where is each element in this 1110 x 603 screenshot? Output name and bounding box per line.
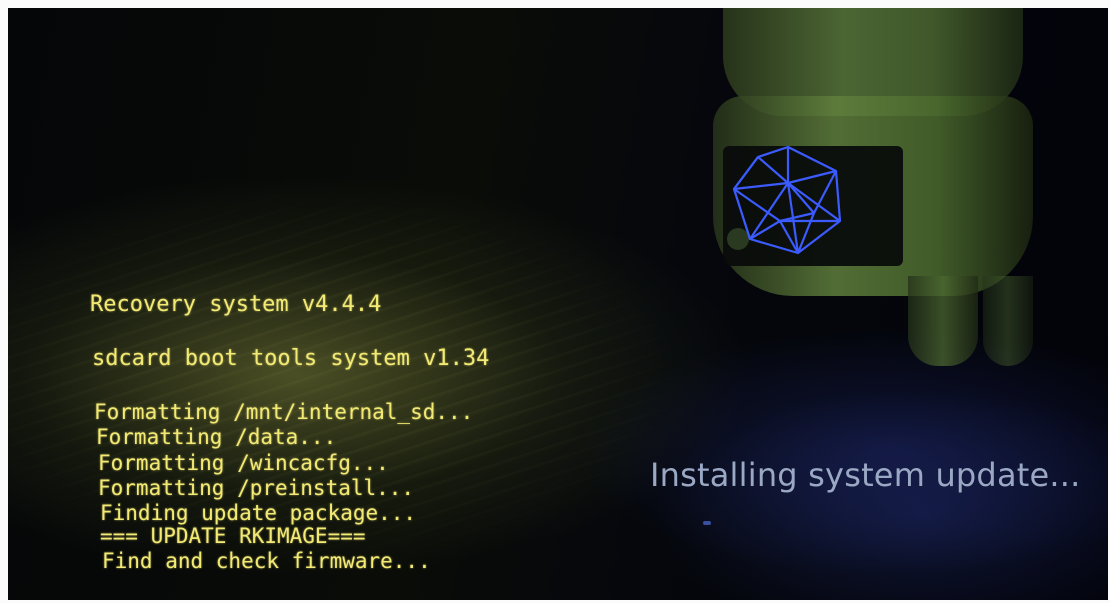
log-line: === UPDATE RKIMAGE=== (100, 524, 366, 548)
log-line: Finding update package... (100, 501, 417, 525)
background-glow (648, 388, 1108, 600)
log-line: Formatting /mnt/internal_sd... (94, 400, 474, 424)
log-line: Formatting /wincacfg... (98, 451, 389, 475)
robot-leg-right (983, 276, 1033, 366)
log-line: Find and check firmware... (102, 549, 431, 573)
boot-tools-version-line: sdcard boot tools system v1.34 (92, 346, 490, 371)
installing-status-text: Installing system update... (650, 456, 1081, 494)
recovery-version-line: Recovery system v4.4.4 (90, 292, 382, 317)
robot-leg-left (908, 276, 978, 366)
blue-icosahedron-icon (732, 145, 842, 255)
log-line: Formatting /data... (96, 425, 337, 449)
log-line: Formatting /preinstall... (98, 476, 415, 500)
recovery-screen: Installing system update... Recovery sys… (8, 8, 1108, 600)
progress-dot (703, 521, 711, 525)
